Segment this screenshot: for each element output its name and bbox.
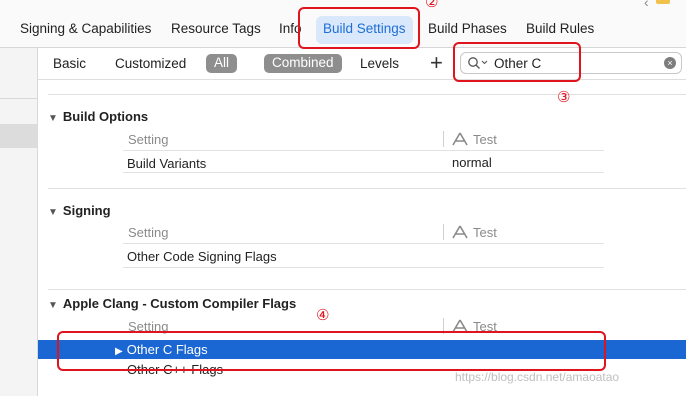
section-build-options[interactable]: ▼ Build Options	[48, 109, 148, 124]
tab-resource-tags[interactable]: Resource Tags	[171, 21, 261, 36]
filter-basic[interactable]: Basic	[53, 56, 86, 71]
section-title: Build Options	[62, 109, 149, 124]
tab-build-phases[interactable]: Build Phases	[428, 21, 507, 36]
filter-customized[interactable]: Customized	[115, 56, 186, 71]
column-separator	[443, 224, 444, 240]
target-name: Test	[473, 225, 497, 240]
column-header-setting: Setting	[128, 225, 169, 240]
column-header-target: Test	[452, 225, 497, 240]
column-header-setting: Setting	[128, 132, 169, 147]
tab-build-rules[interactable]: Build Rules	[526, 21, 594, 36]
filter-all[interactable]: All	[206, 54, 238, 73]
row-divider	[123, 267, 604, 268]
tab-signing-capabilities[interactable]: Signing & Capabilities	[20, 21, 151, 36]
watermark: https://blog.csdn.net/amaoatao	[455, 370, 620, 384]
sidebar-divider	[0, 98, 38, 99]
annotation-number-2: ②	[425, 0, 439, 11]
setting-build-variants[interactable]: Build Variants	[127, 156, 206, 171]
row-divider	[123, 243, 604, 244]
section-title: Apple Clang - Custom Compiler Flags	[62, 296, 297, 311]
section-signing[interactable]: ▼ Signing	[48, 203, 111, 218]
setting-other-code-signing-flags[interactable]: Other Code Signing Flags	[127, 249, 277, 264]
section-title: Signing	[62, 203, 111, 218]
annotation-box-build-settings	[298, 7, 420, 49]
clear-search-icon[interactable]: ×	[664, 57, 676, 69]
disclosure-down-icon[interactable]: ▼	[48, 207, 58, 218]
warning-icon[interactable]	[656, 0, 670, 4]
app-target-icon	[452, 225, 468, 239]
add-setting-button[interactable]: +	[430, 50, 443, 76]
settings-filter-bar: Basic Customized All Combined Levels + O…	[38, 48, 686, 80]
section-apple-clang-custom-flags[interactable]: ▼ Apple Clang - Custom Compiler Flags	[48, 296, 296, 311]
disclosure-down-icon[interactable]: ▼	[48, 113, 58, 124]
filter-levels[interactable]: Levels	[360, 56, 399, 71]
sidebar-selected-item[interactable]	[0, 124, 38, 148]
disclosure-down-icon[interactable]: ▼	[48, 300, 58, 311]
chevron-left-icon[interactable]: ‹	[644, 0, 649, 10]
section-divider	[48, 94, 686, 95]
targets-sidebar	[0, 48, 38, 396]
annotation-number-3: ③	[557, 88, 571, 106]
column-separator	[443, 131, 444, 147]
row-divider	[123, 172, 604, 173]
filter-combined[interactable]: Combined	[264, 54, 342, 73]
row-divider	[123, 150, 604, 151]
setting-value[interactable]: normal	[452, 155, 492, 170]
annotation-box-other-c-flags	[57, 331, 606, 371]
app-target-icon	[452, 132, 468, 146]
section-divider	[48, 289, 686, 290]
target-name: Test	[473, 132, 497, 147]
annotation-number-4: ④	[316, 306, 330, 324]
annotation-box-search	[453, 42, 581, 82]
section-divider	[48, 188, 686, 189]
column-header-target: Test	[452, 132, 497, 147]
